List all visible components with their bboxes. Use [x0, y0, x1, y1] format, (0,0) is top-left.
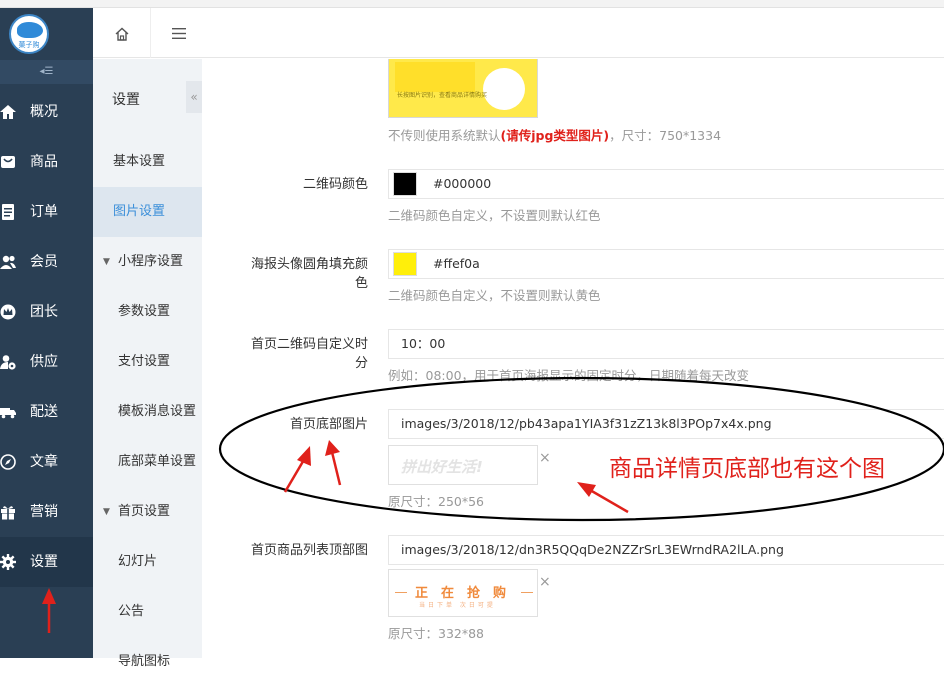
annotation-text: 商品详情页底部也有这个图 — [609, 456, 885, 482]
annotation-arrows — [42, 440, 629, 633]
red-annotation-overlay — [42, 376, 944, 633]
